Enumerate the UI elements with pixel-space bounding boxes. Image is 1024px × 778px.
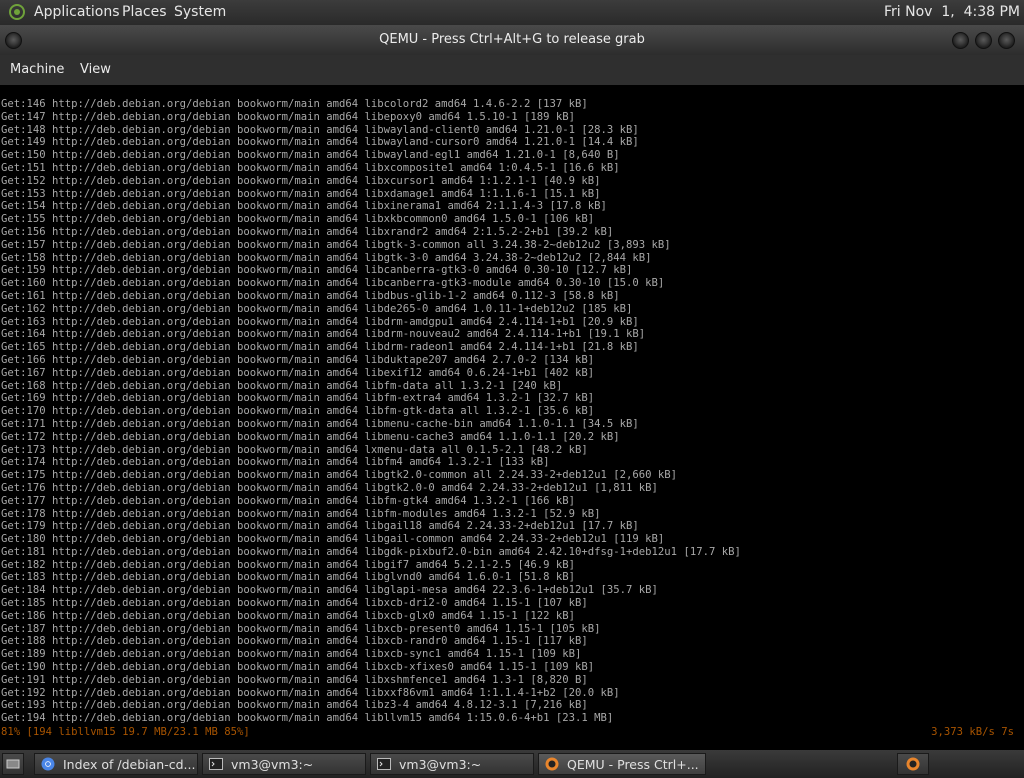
taskbar-label: vm3@vm3:~ xyxy=(399,757,482,772)
console-line: Get:153 http://deb.debian.org/debian boo… xyxy=(1,187,601,200)
console-line: Get:191 http://deb.debian.org/debian boo… xyxy=(1,673,588,686)
console-line: Get:185 http://deb.debian.org/debian boo… xyxy=(1,597,588,610)
console-line: Get:184 http://deb.debian.org/debian boo… xyxy=(1,584,658,597)
console-line: Get:160 http://deb.debian.org/debian boo… xyxy=(1,277,665,290)
menu-machine[interactable]: Machine xyxy=(10,62,64,77)
menu-system[interactable]: System xyxy=(174,4,226,20)
menu-places[interactable]: Places xyxy=(122,4,167,20)
console-line: Get:169 http://deb.debian.org/debian boo… xyxy=(1,392,595,405)
taskbar-item-qemu[interactable]: QEMU - Press Ctrl+... xyxy=(538,753,706,775)
menu-applications[interactable]: Applications xyxy=(34,4,120,20)
workspace-switcher[interactable] xyxy=(897,753,929,775)
console-line: Get:157 http://deb.debian.org/debian boo… xyxy=(1,238,671,251)
qemu-icon xyxy=(545,757,559,771)
top-panel: Applications Places System Fri Nov 1, 4:… xyxy=(0,0,1024,25)
chromium-icon xyxy=(41,757,55,771)
clock[interactable]: Fri Nov 1, 4:38 PM xyxy=(884,4,1020,20)
console-line: Get:192 http://deb.debian.org/debian boo… xyxy=(1,686,620,699)
console-line: Get:146 http://deb.debian.org/debian boo… xyxy=(1,98,588,110)
console-line: Get:150 http://deb.debian.org/debian boo… xyxy=(1,149,620,162)
console-line: Get:194 http://deb.debian.org/debian boo… xyxy=(1,712,614,725)
bottom-taskbar: Index of /debian-cd... vm3@vm3:~ vm3@vm3… xyxy=(0,750,1024,778)
console-line: Get:163 http://deb.debian.org/debian boo… xyxy=(1,315,639,328)
console-line: Get:154 http://deb.debian.org/debian boo… xyxy=(1,200,607,213)
console-line: Get:162 http://deb.debian.org/debian boo… xyxy=(1,302,633,315)
console-line: Get:174 http://deb.debian.org/debian boo… xyxy=(1,456,550,469)
console-line: Get:147 http://deb.debian.org/debian boo… xyxy=(1,110,576,123)
console-line: Get:178 http://deb.debian.org/debian boo… xyxy=(1,507,601,520)
console-line: Get:181 http://deb.debian.org/debian boo… xyxy=(1,545,741,558)
console-line: Get:172 http://deb.debian.org/debian boo… xyxy=(1,430,620,443)
console-line: Get:155 http://deb.debian.org/debian boo… xyxy=(1,213,595,226)
desktop-icon xyxy=(6,759,20,769)
console-line: Get:179 http://deb.debian.org/debian boo… xyxy=(1,520,639,533)
console-line: Get:161 http://deb.debian.org/debian boo… xyxy=(1,289,620,302)
close-icon[interactable] xyxy=(998,32,1015,49)
console-line: Get:167 http://deb.debian.org/debian boo… xyxy=(1,366,595,379)
window-titlebar[interactable]: QEMU - Press Ctrl+Alt+G to release grab xyxy=(0,25,1024,55)
download-speed: 3,373 kB/s 7s xyxy=(931,726,1014,738)
minimize-icon[interactable] xyxy=(952,32,969,49)
console-line: Get:173 http://deb.debian.org/debian boo… xyxy=(1,443,588,456)
apt-progress-line: 81% [194 libllvm15 19.7 MB/23.1 MB 85%] xyxy=(1,726,250,738)
window-title: QEMU - Press Ctrl+Alt+G to release grab xyxy=(379,32,645,47)
console-line: Get:176 http://deb.debian.org/debian boo… xyxy=(1,481,658,494)
qemu-icon xyxy=(906,757,920,771)
console-line: Get:190 http://deb.debian.org/debian boo… xyxy=(1,661,595,674)
taskbar-item-browser[interactable]: Index of /debian-cd... xyxy=(34,753,198,775)
taskbar-item-terminal-1[interactable]: vm3@vm3:~ xyxy=(202,753,366,775)
console-line: Get:151 http://deb.debian.org/debian boo… xyxy=(1,161,620,174)
taskbar-item-terminal-2[interactable]: vm3@vm3:~ xyxy=(370,753,534,775)
gnome-foot-icon[interactable] xyxy=(9,4,25,20)
taskbar-label: vm3@vm3:~ xyxy=(231,757,314,772)
console-line: Get:168 http://deb.debian.org/debian boo… xyxy=(1,379,563,392)
console-line: Get:177 http://deb.debian.org/debian boo… xyxy=(1,494,576,507)
taskbar-label: Index of /debian-cd... xyxy=(63,757,196,772)
console-line: Get:149 http://deb.debian.org/debian boo… xyxy=(1,136,639,149)
console-line: Get:152 http://deb.debian.org/debian boo… xyxy=(1,174,601,187)
console-line: Get:166 http://deb.debian.org/debian boo… xyxy=(1,353,595,366)
console-line: Get:182 http://deb.debian.org/debian boo… xyxy=(1,558,576,571)
terminal-icon xyxy=(377,758,391,770)
console-line: Get:180 http://deb.debian.org/debian boo… xyxy=(1,533,665,546)
taskbar-label: QEMU - Press Ctrl+... xyxy=(567,757,699,772)
console-line: Get:170 http://deb.debian.org/debian boo… xyxy=(1,405,595,418)
console-line: Get:171 http://deb.debian.org/debian boo… xyxy=(1,417,639,430)
console-line: Get:193 http://deb.debian.org/debian boo… xyxy=(1,699,588,712)
console-line: Get:187 http://deb.debian.org/debian boo… xyxy=(1,622,601,635)
console-line: Get:156 http://deb.debian.org/debian boo… xyxy=(1,225,614,238)
console-line: Get:165 http://deb.debian.org/debian boo… xyxy=(1,341,639,354)
show-desktop-button[interactable] xyxy=(2,753,24,775)
console-line: Get:164 http://deb.debian.org/debian boo… xyxy=(1,328,646,341)
console-line: Get:159 http://deb.debian.org/debian boo… xyxy=(1,264,633,277)
console-output: Get:146 http://deb.debian.org/debian boo… xyxy=(1,98,741,725)
console-line: Get:183 http://deb.debian.org/debian boo… xyxy=(1,571,576,584)
console-line: Get:175 http://deb.debian.org/debian boo… xyxy=(1,469,678,482)
qemu-menubar: Machine View xyxy=(0,55,1024,85)
maximize-icon[interactable] xyxy=(975,32,992,49)
menu-view[interactable]: View xyxy=(80,62,111,77)
console-line: Get:186 http://deb.debian.org/debian boo… xyxy=(1,609,576,622)
console-line: Get:188 http://deb.debian.org/debian boo… xyxy=(1,635,588,648)
vm-console[interactable]: Get:146 http://deb.debian.org/debian boo… xyxy=(0,85,1024,750)
console-line: Get:158 http://deb.debian.org/debian boo… xyxy=(1,251,652,264)
console-line: Get:148 http://deb.debian.org/debian boo… xyxy=(1,123,639,136)
console-line: Get:189 http://deb.debian.org/debian boo… xyxy=(1,648,582,661)
terminal-icon xyxy=(209,758,223,770)
